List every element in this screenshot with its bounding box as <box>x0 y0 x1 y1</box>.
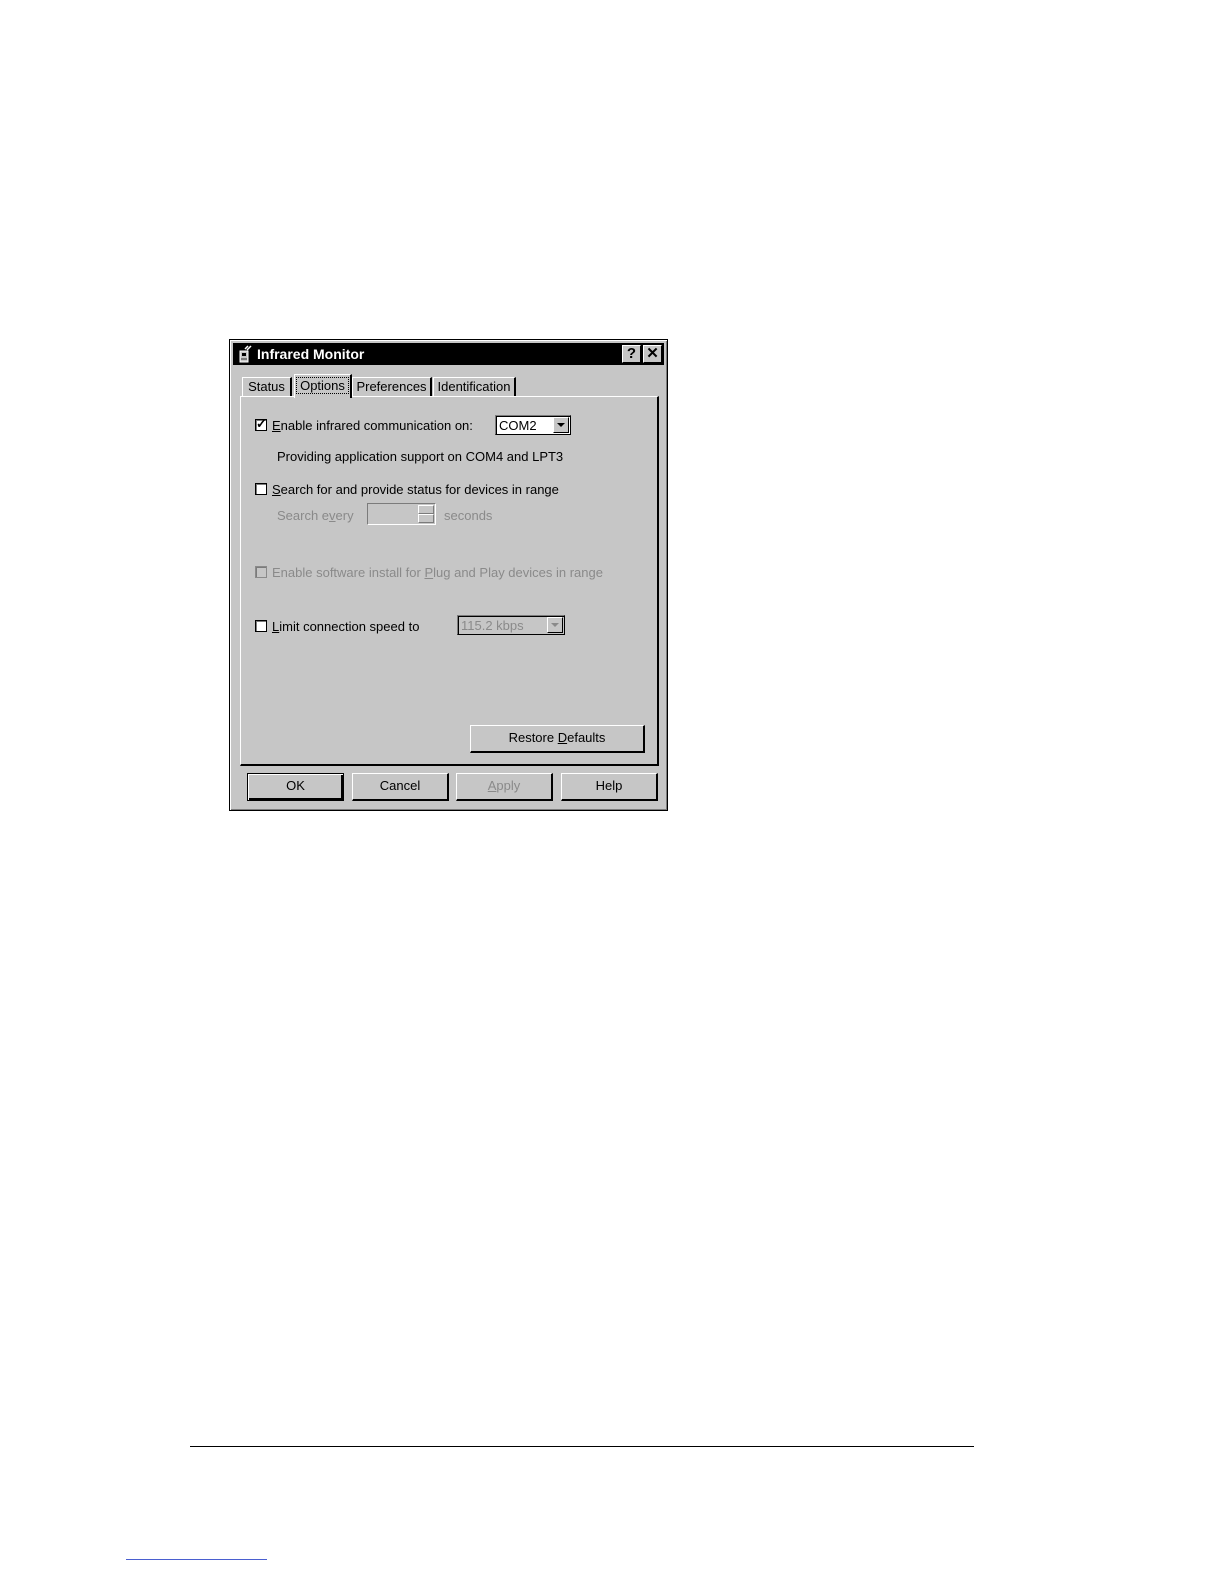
chevron-down-icon[interactable] <box>547 617 563 633</box>
search-devices-checkbox[interactable] <box>255 483 267 495</box>
tab-identification[interactable]: Identification <box>433 377 516 397</box>
pnp-install-label[interactable]: Enable software install for Plug and Pla… <box>272 565 603 581</box>
speed-select[interactable]: 115.2 kbps <box>457 615 565 635</box>
tab-label: Options <box>296 377 349 394</box>
title-bar[interactable]: Infrared Monitor ? ✕ <box>233 343 664 365</box>
speed-value: 115.2 kbps <box>461 618 524 633</box>
infrared-device-icon <box>239 345 252 363</box>
search-interval-spinner[interactable] <box>367 503 436 525</box>
spin-down-icon[interactable] <box>418 514 434 523</box>
chevron-down-icon[interactable] <box>553 417 569 433</box>
seconds-label: seconds <box>444 508 493 523</box>
tab-label: Identification <box>437 379 511 394</box>
com-port-select[interactable]: COM2 <box>495 415 571 435</box>
tab-label: Preferences <box>356 379 427 394</box>
close-button[interactable]: ✕ <box>643 345 662 363</box>
options-panel: ✓ Enable infrared communication on: COM2… <box>240 396 659 766</box>
help-icon: ? <box>626 345 637 362</box>
tab-options[interactable]: Options <box>294 374 352 398</box>
search-devices-label[interactable]: Search for and provide status for device… <box>272 482 559 498</box>
tab-status[interactable]: Status <box>242 377 292 397</box>
support-text: Providing application support on COM4 an… <box>277 449 564 464</box>
search-every-label: Search every <box>277 508 354 523</box>
window-title: Infrared Monitor <box>257 346 365 362</box>
limit-speed-label[interactable]: Limit connection speed to <box>272 619 419 635</box>
infrared-monitor-dialog: Infrared Monitor ? ✕ Status Options Pref… <box>229 339 668 811</box>
help-dialog-button[interactable]: Help <box>561 773 658 801</box>
help-button[interactable]: ? <box>622 345 641 363</box>
pnp-install-checkbox[interactable] <box>255 566 267 578</box>
limit-speed-checkbox[interactable] <box>255 620 267 632</box>
tab-label: Status <box>248 379 285 394</box>
footer-divider <box>126 1559 267 1560</box>
restore-defaults-button[interactable]: Restore Defaults <box>470 725 645 753</box>
spin-up-icon[interactable] <box>418 505 434 514</box>
com-port-value: COM2 <box>499 418 537 433</box>
page-divider <box>190 1446 974 1447</box>
close-icon: ✕ <box>646 345 659 362</box>
enable-infrared-checkbox[interactable]: ✓ <box>255 416 267 431</box>
tab-preferences[interactable]: Preferences <box>352 377 432 397</box>
check-icon: ✓ <box>256 416 267 431</box>
apply-button[interactable]: Apply <box>456 773 553 801</box>
cancel-button[interactable]: Cancel <box>352 773 449 801</box>
enable-infrared-label[interactable]: Enable infrared communication on: <box>272 418 473 434</box>
ok-button[interactable]: OK <box>247 773 344 801</box>
